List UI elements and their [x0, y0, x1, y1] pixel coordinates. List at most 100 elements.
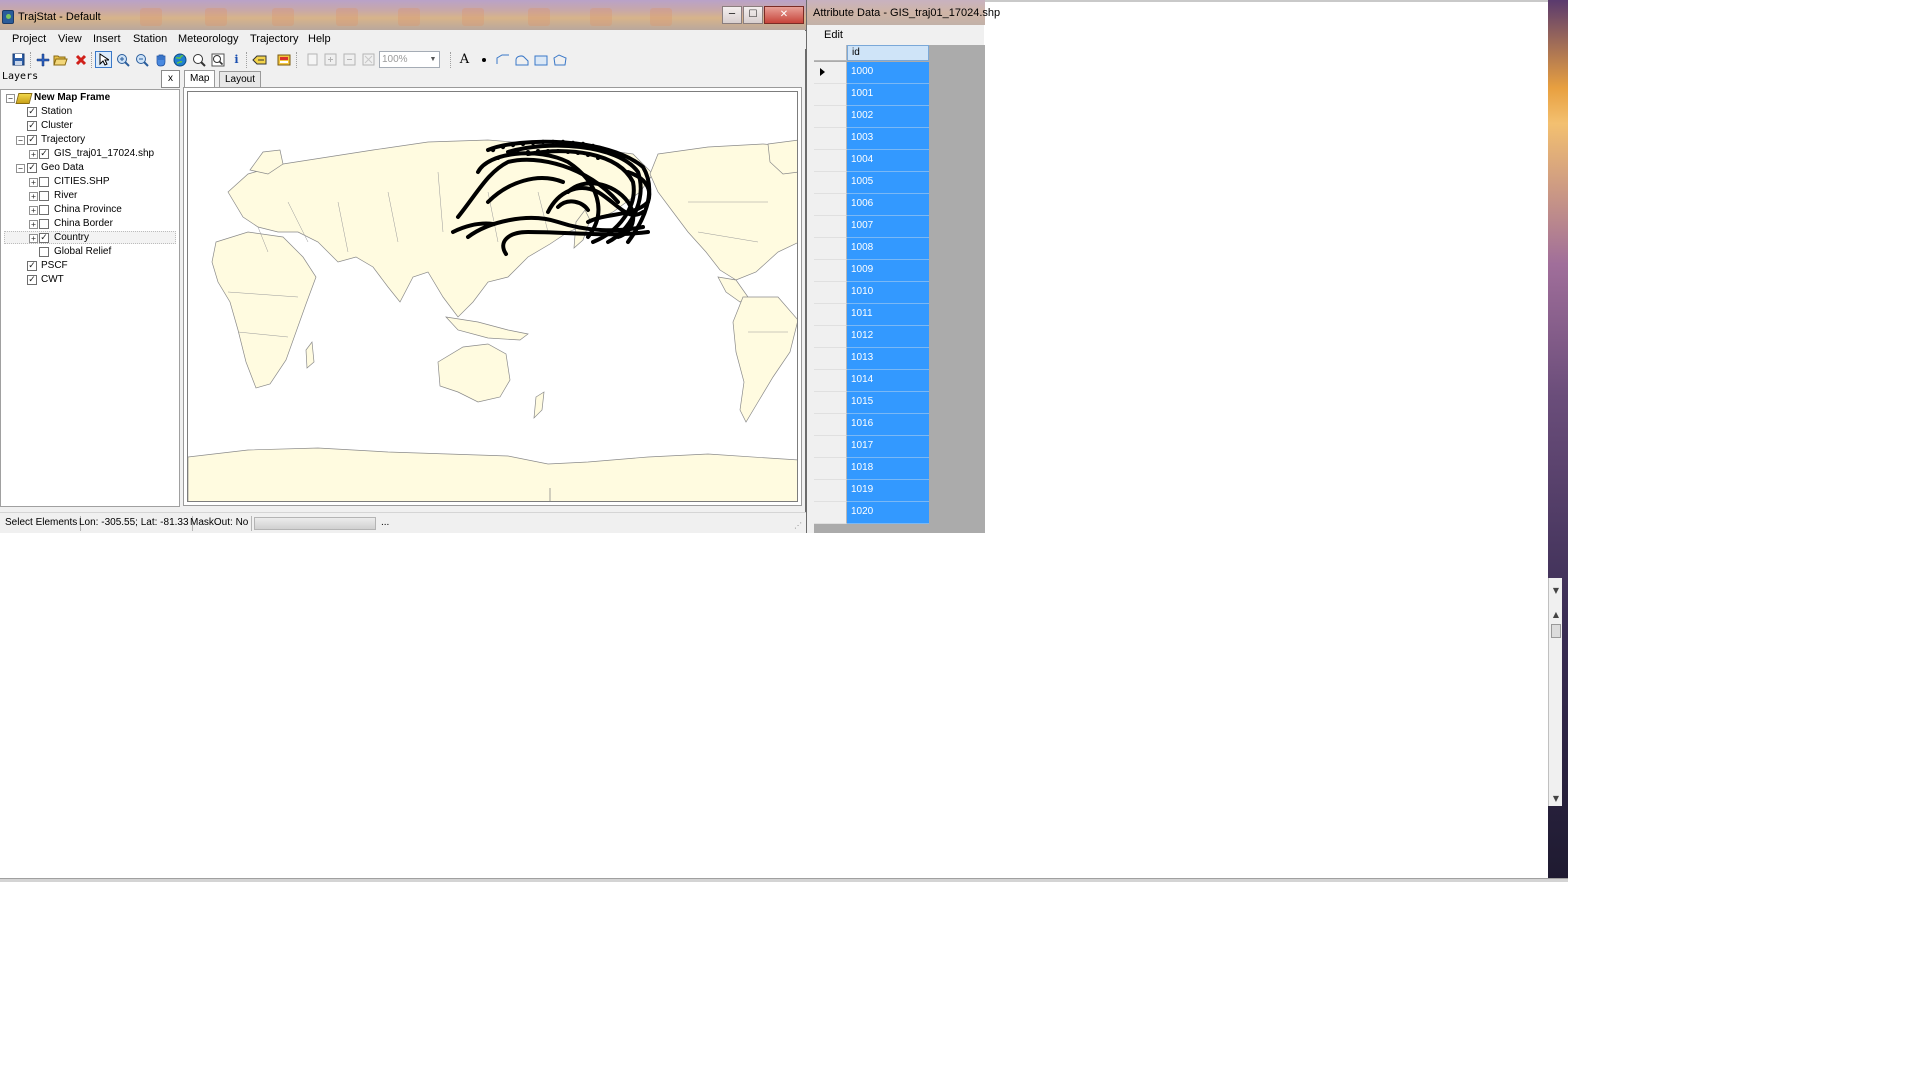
checkbox-cluster[interactable]: ✓	[27, 121, 37, 131]
table-cell-id[interactable]: 1018	[847, 458, 929, 480]
row-header[interactable]	[814, 62, 847, 84]
checkbox-country[interactable]: ✓	[39, 233, 49, 243]
row-header[interactable]	[814, 304, 847, 326]
row-header[interactable]	[814, 172, 847, 194]
zoom-icon[interactable]	[190, 51, 207, 68]
row-header[interactable]	[814, 282, 847, 304]
background-scrollbar[interactable]: ▼ ▲ ▼	[1548, 578, 1562, 806]
expand-toggle-icon[interactable]: +	[29, 220, 38, 229]
expand-toggle-icon[interactable]: +	[29, 150, 38, 159]
add-polygon-icon[interactable]	[551, 51, 568, 68]
row-header[interactable]	[814, 106, 847, 128]
table-cell-id[interactable]: 1014	[847, 370, 929, 392]
tab-map[interactable]: Map	[184, 70, 216, 88]
menu-view[interactable]: View	[56, 33, 84, 45]
row-header[interactable]	[814, 392, 847, 414]
menu-edit[interactable]: Edit	[824, 29, 843, 41]
expand-toggle-icon[interactable]: +	[29, 178, 38, 187]
collapse-toggle-icon[interactable]: −	[16, 136, 25, 145]
zoom-to-layer-icon[interactable]	[209, 51, 226, 68]
checkbox-trajectory[interactable]: ✓	[27, 135, 37, 145]
menu-insert[interactable]: Insert	[91, 33, 123, 45]
table-cell-id[interactable]: 1003	[847, 128, 929, 150]
layer-gis-traj[interactable]: GIS_traj01_17024.shp	[54, 148, 154, 159]
menu-trajectory[interactable]: Trajectory	[248, 33, 301, 45]
scroll-up-arrow-icon[interactable]: ▲	[1551, 610, 1561, 620]
collapse-toggle-icon[interactable]: −	[16, 164, 25, 173]
collapse-toggle-icon[interactable]: −	[6, 94, 15, 103]
layer-trajectory[interactable]: Trajectory	[41, 134, 85, 145]
measure-label-icon[interactable]	[251, 51, 268, 68]
layer-cwt[interactable]: CWT	[41, 274, 64, 285]
layer-station[interactable]: Station	[41, 106, 72, 117]
layout-zoom-in-icon[interactable]	[322, 51, 339, 68]
table-cell-id[interactable]: 1010	[847, 282, 929, 304]
table-cell-id[interactable]: 1006	[847, 194, 929, 216]
row-header[interactable]	[814, 480, 847, 502]
minimize-button[interactable]: ─	[722, 6, 742, 24]
expand-toggle-icon[interactable]: +	[29, 206, 38, 215]
table-cell-id[interactable]: 1017	[847, 436, 929, 458]
layer-global-relief[interactable]: Global Relief	[54, 246, 111, 257]
row-header[interactable]	[814, 326, 847, 348]
checkbox-river[interactable]	[39, 191, 49, 201]
row-header[interactable]	[814, 150, 847, 172]
app-icon[interactable]	[2, 10, 14, 24]
row-header[interactable]	[814, 216, 847, 238]
layer-new-map-frame[interactable]: New Map Frame	[34, 92, 110, 103]
row-header[interactable]	[814, 502, 847, 524]
checkbox-gis-traj[interactable]: ✓	[39, 149, 49, 159]
attribute-table-icon[interactable]	[275, 51, 292, 68]
menu-station[interactable]: Station	[131, 33, 169, 45]
expand-toggle-icon[interactable]: +	[29, 234, 38, 243]
checkbox-pscf[interactable]: ✓	[27, 261, 37, 271]
row-header[interactable]	[814, 348, 847, 370]
add-point-icon[interactable]	[475, 51, 492, 68]
menu-help[interactable]: Help	[306, 33, 333, 45]
add-polyline-icon[interactable]	[494, 51, 511, 68]
checkbox-geo-data[interactable]: ✓	[27, 163, 37, 173]
checkbox-global-relief[interactable]	[39, 247, 49, 257]
checkbox-station[interactable]: ✓	[27, 107, 37, 117]
menu-project[interactable]: Project	[10, 33, 48, 45]
column-header-id[interactable]: id	[847, 45, 929, 61]
checkbox-cwt[interactable]: ✓	[27, 275, 37, 285]
layer-pscf[interactable]: PSCF	[41, 260, 68, 271]
remove-layer-icon[interactable]	[72, 51, 89, 68]
add-rectangle-icon[interactable]	[532, 51, 549, 68]
maximize-button[interactable]: ☐	[743, 6, 763, 24]
layers-close-button[interactable]: x	[161, 70, 180, 88]
add-layer-icon[interactable]	[34, 51, 51, 68]
table-cell-id[interactable]: 1000	[847, 62, 929, 84]
table-cell-id[interactable]: 1004	[847, 150, 929, 172]
layer-geo-data[interactable]: Geo Data	[41, 162, 84, 173]
layout-fit-icon[interactable]	[360, 51, 377, 68]
table-cell-id[interactable]: 1005	[847, 172, 929, 194]
table-cell-id[interactable]: 1001	[847, 84, 929, 106]
layer-cities[interactable]: CITIES.SHP	[54, 176, 110, 187]
layout-zoom-out-icon[interactable]	[341, 51, 358, 68]
row-header[interactable]	[814, 458, 847, 480]
map-canvas[interactable]	[187, 91, 798, 502]
row-header[interactable]	[814, 238, 847, 260]
layout-page-icon[interactable]	[304, 51, 321, 68]
row-header[interactable]	[814, 128, 847, 150]
table-cell-id[interactable]: 1002	[847, 106, 929, 128]
save-icon[interactable]	[10, 51, 27, 68]
add-text-icon[interactable]: A	[456, 51, 473, 68]
expand-toggle-icon[interactable]: +	[29, 192, 38, 201]
title-bar[interactable]: TrajStat - Default ─ ☐ ✕	[0, 0, 806, 30]
table-cell-id[interactable]: 1007	[847, 216, 929, 238]
full-extent-globe-icon[interactable]	[171, 51, 188, 68]
row-header[interactable]	[814, 370, 847, 392]
layer-china-province[interactable]: China Province	[54, 204, 122, 215]
scroll-down-arrow-icon[interactable]: ▼	[1551, 794, 1561, 804]
tab-layout[interactable]: Layout	[219, 71, 262, 88]
menu-meteorology[interactable]: Meteorology	[176, 33, 241, 45]
table-cell-id[interactable]: 1016	[847, 414, 929, 436]
row-header[interactable]	[814, 436, 847, 458]
scroll-thumb[interactable]	[1551, 624, 1561, 638]
close-button[interactable]: ✕	[764, 6, 804, 24]
zoom-in-icon[interactable]	[114, 51, 131, 68]
row-header[interactable]	[814, 84, 847, 106]
